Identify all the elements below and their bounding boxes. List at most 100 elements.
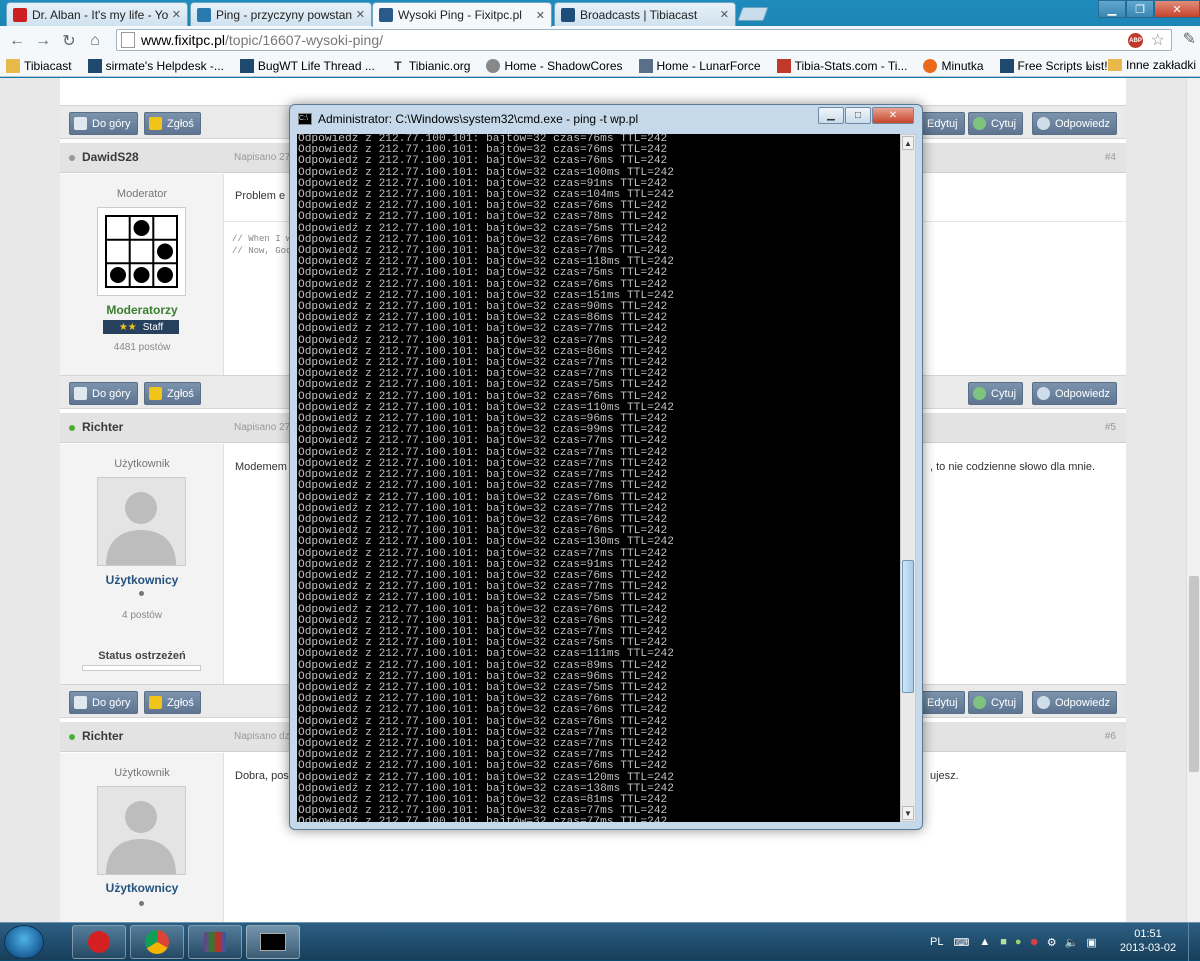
quote-button[interactable]: Cytuj	[968, 691, 1024, 714]
show-hidden-icons[interactable]: ▲	[979, 936, 990, 948]
ping-reply-line: Odpowiedź z 212.77.100.101: bajtów=32 cz…	[298, 211, 668, 224]
volume-icon[interactable]: 🔈	[1065, 936, 1079, 949]
taskbar-app-virus[interactable]	[72, 925, 126, 959]
close-tab-icon[interactable]: ✕	[356, 8, 365, 21]
clock[interactable]: 01:51 2013-03-02	[1118, 927, 1178, 955]
close-tab-icon[interactable]: ✕	[536, 9, 545, 22]
report-button[interactable]: Zgłoś	[144, 112, 201, 135]
console-scroll-thumb[interactable]	[902, 560, 914, 693]
button-label: Do góry	[92, 117, 131, 130]
bookmark-tibiacast[interactable]: Tibiacast	[0, 58, 72, 73]
cmd-close-button[interactable]: ✕	[872, 107, 914, 124]
reply-button[interactable]: Odpowiedz	[1032, 112, 1118, 135]
avatar-glider[interactable]	[97, 207, 186, 296]
tab-youtube[interactable]: Dr. Alban - It's my life - Yo ✕	[6, 2, 188, 26]
home-icon[interactable]: ⌂	[82, 29, 108, 53]
forward-arrow-icon[interactable]: →	[30, 29, 56, 53]
bookmarks-overflow-button[interactable]: »	[1086, 59, 1093, 73]
reload-icon[interactable]: ↻	[56, 29, 82, 53]
adblock-icon[interactable]: ABP	[1128, 33, 1143, 48]
taskbar-app-cmd[interactable]	[246, 925, 300, 959]
avatar[interactable]	[97, 786, 186, 875]
bookmark-minutka[interactable]: Minutka	[917, 58, 984, 73]
bookmark-bugwt[interactable]: BugWT Life Thread ...	[234, 58, 375, 73]
close-tab-icon[interactable]: ✕	[720, 8, 729, 21]
post-author[interactable]: Richter	[82, 729, 123, 743]
bookmark-star-icon[interactable]: ☆	[1151, 30, 1165, 50]
post-date: Napisano 27	[234, 422, 291, 433]
tray-app-icon[interactable]: ■	[1000, 936, 1007, 948]
post-author[interactable]: DawidS28	[82, 150, 139, 164]
ping-reply-line: Odpowiedź z 212.77.100.101: bajtów=32 cz…	[298, 648, 674, 661]
reply-button[interactable]: Odpowiedz	[1032, 691, 1118, 714]
bookmark-tibiastats[interactable]: Tibia-Stats.com - Ti...	[771, 58, 908, 73]
close-tab-icon[interactable]: ✕	[172, 8, 181, 21]
bookmark-shadowcores[interactable]: Home - ShadowCores	[480, 58, 623, 73]
console-scrollbar[interactable]: ▲ ▼	[900, 134, 916, 822]
other-bookmarks[interactable]: Inne zakładki	[1108, 58, 1196, 72]
warning-bar	[82, 665, 201, 671]
post-number[interactable]: #5	[1105, 422, 1116, 433]
close-window-button[interactable]: ✕	[1154, 0, 1200, 18]
report-button[interactable]: Zgłoś	[144, 382, 201, 405]
restore-button[interactable]: ❐	[1126, 0, 1154, 18]
tab-ping-causes[interactable]: Ping - przyczyny powstani ✕	[190, 2, 372, 26]
show-desktop-button[interactable]	[1188, 923, 1200, 961]
tab-tibiacast[interactable]: Broadcasts | Tibiacast ✕	[554, 2, 736, 26]
bookmark-lunarforce[interactable]: Home - LunarForce	[633, 58, 761, 73]
site-icon	[239, 58, 254, 73]
post-number[interactable]: #6	[1105, 731, 1116, 742]
bookmark-label: Tibiacast	[24, 58, 72, 73]
cmd-window: C:\ Administrator: C:\Windows\system32\c…	[289, 104, 923, 830]
quote-button[interactable]: Cytuj	[968, 112, 1024, 135]
edit-button[interactable]: Edytuj	[922, 112, 965, 135]
steam-icon[interactable]: ⚙	[1047, 936, 1057, 949]
bookmark-label: Tibianic.org	[408, 58, 471, 73]
tab-label: Wysoki Ping - Fixitpc.pl	[398, 8, 522, 22]
scroll-down-icon[interactable]: ▼	[902, 806, 914, 820]
tray-app-icon[interactable]: ●	[1015, 936, 1022, 948]
new-tab-button[interactable]	[737, 7, 769, 21]
bookmark-tibianic[interactable]: T Tibianic.org	[385, 58, 471, 73]
go-top-button[interactable]: Do góry	[69, 112, 138, 135]
taskbar-app-chrome[interactable]	[130, 925, 184, 959]
bookmark-sirmate[interactable]: sirmate's Helpdesk -...	[82, 58, 224, 73]
report-button[interactable]: Zgłoś	[144, 691, 201, 714]
wrench-icon[interactable]: ✎	[1183, 29, 1196, 49]
cmd-icon: C:\	[298, 113, 312, 125]
network-icon[interactable]: ▣	[1086, 936, 1096, 949]
post-author[interactable]: Richter	[82, 420, 123, 434]
browser-window: Dr. Alban - It's my life - Yo ✕ Ping - p…	[0, 0, 1200, 80]
tray-virus-icon[interactable]: ✹	[1030, 936, 1039, 949]
edit-button[interactable]: Edytuj	[922, 691, 965, 714]
reply-icon	[1037, 696, 1050, 709]
bookmark-label: Minutka	[941, 58, 984, 73]
cmd-title-bar[interactable]: C:\ Administrator: C:\Windows\system32\c…	[298, 110, 638, 128]
keyboard-icon[interactable]: ⌨	[953, 936, 969, 949]
taskbar-app-winrar[interactable]	[188, 925, 242, 959]
avatar[interactable]	[97, 477, 186, 566]
start-button[interactable]	[4, 925, 44, 959]
tab-fixitpc[interactable]: Wysoki Ping - Fixitpc.pl ✕	[372, 2, 552, 27]
go-top-button[interactable]: Do góry	[69, 691, 138, 714]
up-arrow-icon	[74, 387, 87, 400]
page-scrollbar[interactable]	[1186, 78, 1200, 922]
scrollbar-thumb[interactable]	[1189, 576, 1199, 772]
post-number[interactable]: #4	[1105, 152, 1116, 163]
cmd-minimize-button[interactable]: ▁	[818, 107, 844, 124]
minimize-button[interactable]: ▁	[1098, 0, 1126, 18]
language-indicator[interactable]: PL	[930, 936, 943, 948]
back-arrow-icon[interactable]: ←	[4, 29, 30, 53]
address-bar[interactable]: www.fixitpc.pl/topic/16607-wysoki-ping/ …	[116, 29, 1172, 51]
skull-icon	[486, 58, 501, 73]
scroll-up-icon[interactable]: ▲	[902, 136, 914, 150]
cmd-maximize-button[interactable]: □	[845, 107, 871, 124]
console-output[interactable]: Odpowiedź z 212.77.100.101: bajtów=32 cz…	[297, 134, 900, 822]
quote-button[interactable]: Cytuj	[968, 382, 1024, 405]
reply-button[interactable]: Odpowiedz	[1032, 382, 1118, 405]
go-top-button[interactable]: Do góry	[69, 382, 138, 405]
button-label: Edytuj	[927, 117, 958, 130]
user-group: Moderatorzy	[106, 303, 178, 317]
bookmark-label: Tibia-Stats.com - Ti...	[794, 58, 908, 73]
tibiastats-icon	[776, 58, 791, 73]
